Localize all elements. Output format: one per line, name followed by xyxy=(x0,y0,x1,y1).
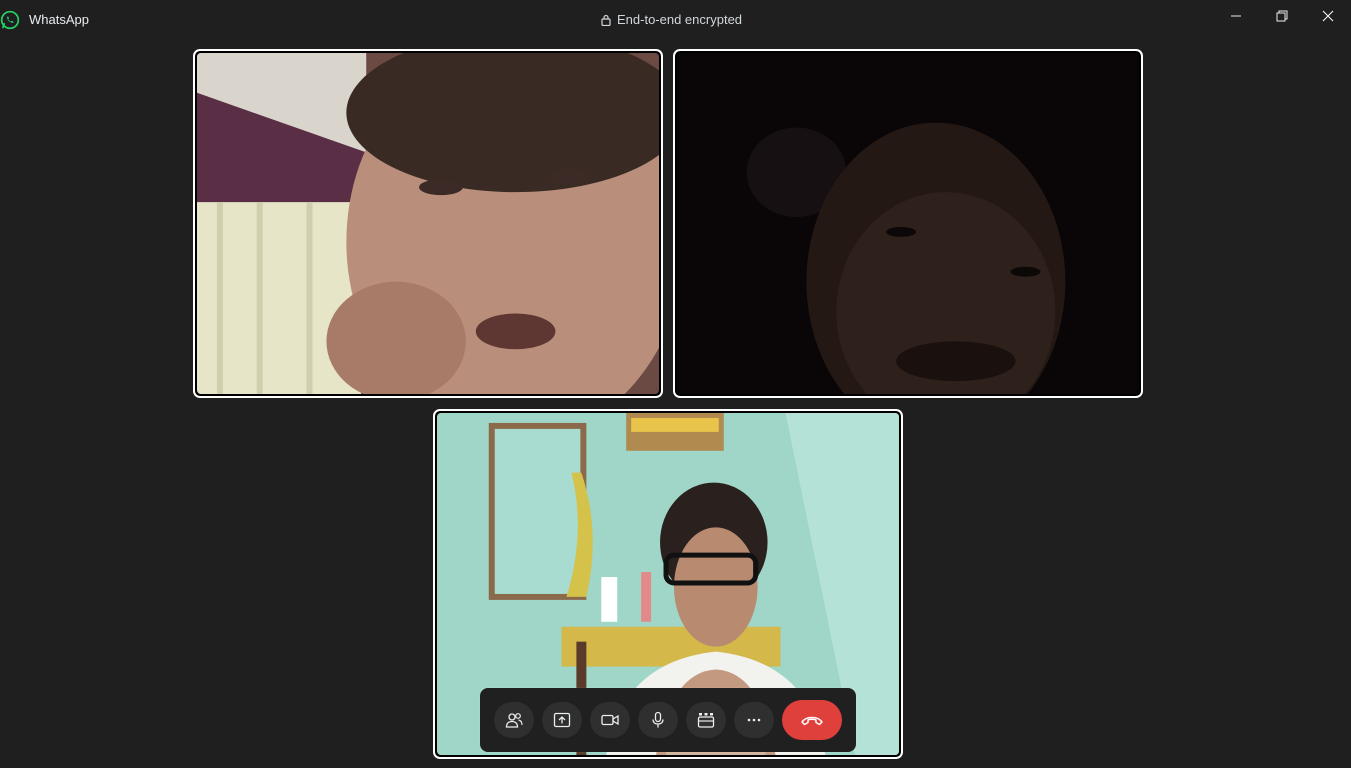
lock-icon xyxy=(601,14,611,26)
close-icon xyxy=(1322,10,1334,22)
share-screen-button[interactable] xyxy=(542,702,582,738)
participants-icon xyxy=(505,713,523,728)
effects-icon xyxy=(697,713,715,728)
more-options-button[interactable] xyxy=(734,702,774,738)
effects-button[interactable] xyxy=(686,702,726,738)
video-tile-participant-1[interactable] xyxy=(193,49,663,398)
restore-icon xyxy=(1276,10,1288,22)
microphone-button[interactable] xyxy=(638,702,678,738)
app-title: WhatsApp xyxy=(29,12,89,27)
title-bar: WhatsApp End-to-end encrypted xyxy=(0,0,1351,40)
microphone-icon xyxy=(652,711,664,728)
end-call-button[interactable] xyxy=(782,700,842,740)
share-screen-icon xyxy=(553,712,571,728)
minimize-icon xyxy=(1231,15,1241,17)
more-options-icon xyxy=(747,718,761,722)
restore-button[interactable] xyxy=(1259,0,1305,32)
whatsapp-logo-icon xyxy=(0,10,20,30)
camera-icon xyxy=(601,714,619,726)
close-button[interactable] xyxy=(1305,0,1351,32)
video-feed-participant-2 xyxy=(677,53,1139,394)
video-feed-participant-1 xyxy=(197,53,659,394)
encryption-label: End-to-end encrypted xyxy=(617,12,743,27)
minimize-button[interactable] xyxy=(1213,0,1259,32)
end-call-icon xyxy=(801,716,823,726)
encryption-status: End-to-end encrypted xyxy=(601,12,742,27)
video-tile-participant-2[interactable] xyxy=(673,49,1143,398)
camera-button[interactable] xyxy=(590,702,630,738)
call-controls-bar xyxy=(480,688,856,752)
participants-button[interactable] xyxy=(494,702,534,738)
